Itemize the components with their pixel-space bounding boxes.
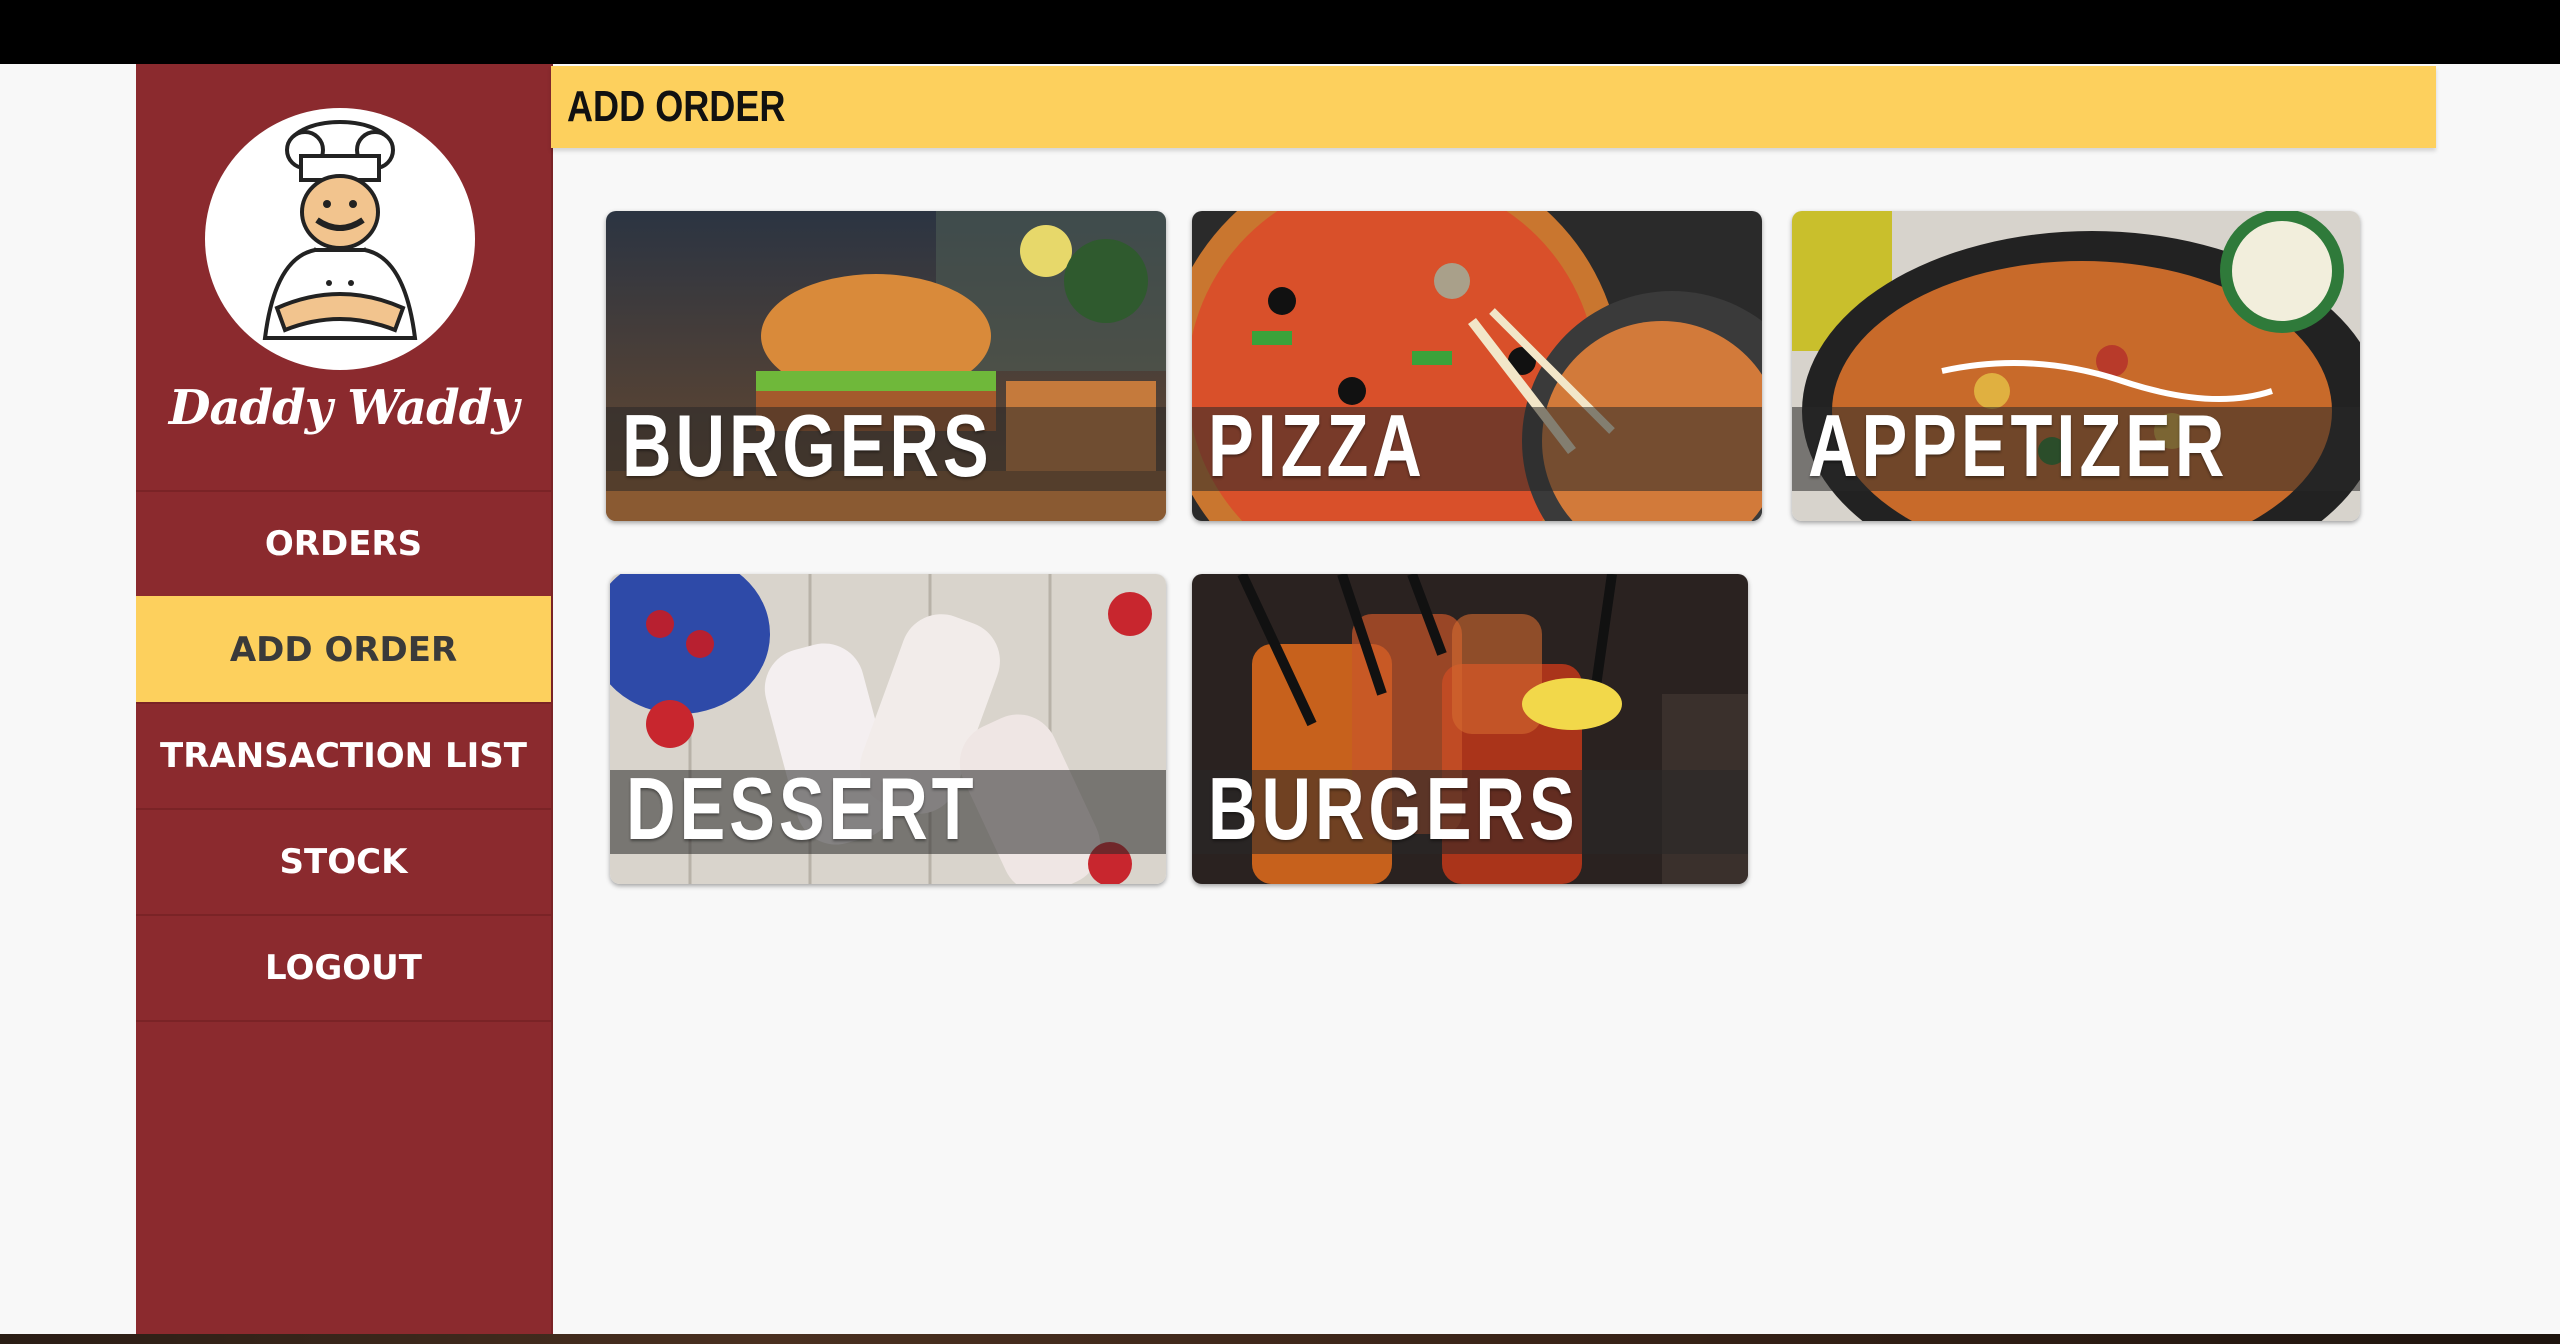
- nav-item-transaction-list[interactable]: TRANSACTION LIST: [136, 702, 551, 808]
- category-label: APPETIZER: [1808, 396, 2229, 495]
- category-card-dessert[interactable]: DESSERT: [610, 574, 1166, 884]
- category-label: BURGERS: [1208, 759, 1579, 858]
- nav-item-stock[interactable]: STOCK: [136, 808, 551, 914]
- category-card-burgers[interactable]: BURGERS: [606, 211, 1166, 521]
- nav-item-orders[interactable]: ORDERS: [136, 490, 551, 596]
- nav-item-logout[interactable]: LOGOUT: [136, 914, 551, 1022]
- sidebar: Daddy Waddy ORDERS ADD ORDER TRANSACTION…: [136, 64, 553, 1334]
- chef-logo: [205, 108, 475, 370]
- category-label: DESSERT: [626, 759, 978, 858]
- page-header: ADD ORDER: [551, 66, 2436, 148]
- nav-item-add-order[interactable]: ADD ORDER: [136, 596, 551, 702]
- category-card-appetizer[interactable]: APPETIZER: [1792, 211, 2360, 521]
- app-page: Daddy Waddy ORDERS ADD ORDER TRANSACTION…: [0, 64, 2560, 1334]
- category-card-pizza[interactable]: PIZZA: [1192, 211, 1762, 521]
- background-strip: [0, 1334, 2560, 1344]
- brand-name: Daddy Waddy: [168, 380, 519, 436]
- sidebar-nav: ORDERS ADD ORDER TRANSACTION LIST STOCK …: [136, 490, 551, 1022]
- page-title: ADD ORDER: [567, 82, 786, 131]
- category-card-drinks[interactable]: BURGERS: [1192, 574, 1748, 884]
- category-label: BURGERS: [622, 396, 993, 495]
- category-label: PIZZA: [1208, 396, 1426, 495]
